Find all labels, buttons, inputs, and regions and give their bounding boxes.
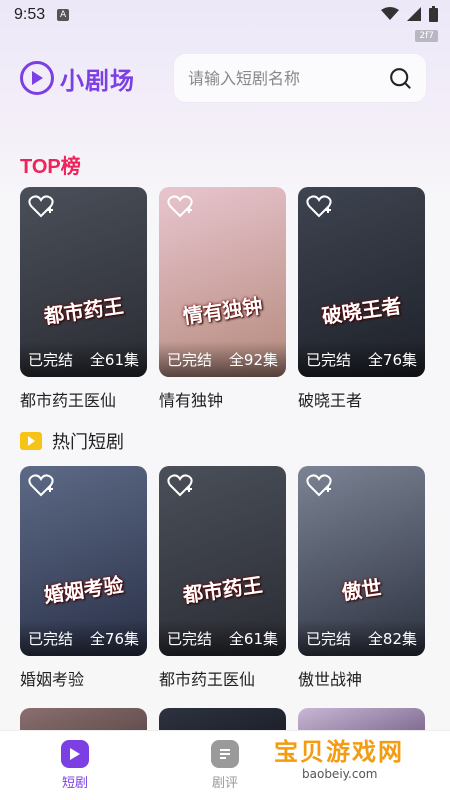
drama-title[interactable]: 都市药王医仙 bbox=[20, 387, 147, 411]
drama-title[interactable]: 婚姻考验 bbox=[20, 666, 147, 690]
favorite-add-icon[interactable] bbox=[306, 474, 332, 498]
poster-info-bar: 已完结 全76集 bbox=[20, 620, 147, 656]
drama-status: 已完结 bbox=[306, 350, 352, 369]
drama-card[interactable]: 婚姻考验 已完结 全76集婚姻考验 bbox=[20, 466, 147, 690]
tab-review[interactable]: 剧评 bbox=[180, 740, 270, 791]
search-input[interactable] bbox=[188, 68, 388, 88]
hot-list: 婚姻考验 已完结 全76集婚姻考验 都市药王 已完结 全61集都市药王医仙 傲世 已完结 全82… bbox=[20, 466, 437, 690]
drama-card[interactable]: 傲世 已完结 全82集傲世战神 bbox=[298, 466, 425, 690]
drama-poster[interactable]: 傲世 已完结 全82集 bbox=[298, 466, 425, 656]
drama-poster[interactable]: 都市药王 已完结 全61集 bbox=[159, 466, 286, 656]
drama-poster[interactable]: 情有独钟 已完结 全92集 bbox=[159, 187, 286, 377]
drama-card[interactable]: 都市药王 已完结 全61集都市药王医仙 bbox=[20, 187, 147, 411]
drama-title[interactable]: 都市药王医仙 bbox=[159, 666, 286, 690]
favorite-add-icon[interactable] bbox=[28, 474, 54, 498]
status-bar: 9:53 A bbox=[0, 0, 450, 30]
drama-status: 已完结 bbox=[306, 629, 352, 648]
poster-info-bar: 已完结 全92集 bbox=[159, 341, 286, 377]
notification-icon: A bbox=[57, 9, 70, 21]
app-logo: 小剧场 bbox=[20, 61, 135, 96]
drama-card[interactable]: 情有独钟 已完结 全92集情有独钟 bbox=[159, 187, 286, 411]
drama-card[interactable]: 破晓王者 已完结 全76集破晓王者 bbox=[298, 187, 425, 411]
logo-play-icon bbox=[20, 61, 54, 95]
favorite-add-icon[interactable] bbox=[306, 195, 332, 219]
play-icon bbox=[61, 740, 89, 768]
favorite-add-icon[interactable] bbox=[28, 195, 54, 219]
network-speed-badge: 2f7 bbox=[415, 30, 438, 42]
drama-poster[interactable]: 破晓王者 已完结 全76集 bbox=[298, 187, 425, 377]
poster-info-bar: 已完结 全82集 bbox=[298, 620, 425, 656]
tab-short-drama[interactable]: 短剧 bbox=[30, 740, 120, 791]
watermark-url: baobeiy.com bbox=[302, 767, 378, 781]
drama-title[interactable]: 情有独钟 bbox=[159, 387, 286, 411]
drama-status: 已完结 bbox=[167, 629, 213, 648]
battery-icon bbox=[429, 6, 438, 22]
episode-count: 全76集 bbox=[367, 350, 417, 369]
hot-section-title: 热门短剧 bbox=[20, 428, 124, 454]
favorite-add-icon[interactable] bbox=[167, 474, 193, 498]
signal-icon bbox=[407, 7, 421, 21]
drama-poster[interactable]: 都市药王 已完结 全61集 bbox=[20, 187, 147, 377]
favorite-add-icon[interactable] bbox=[167, 195, 193, 219]
site-watermark: 宝贝游戏网 baobeiy.com bbox=[274, 732, 424, 788]
episode-count: 全92集 bbox=[228, 350, 278, 369]
drama-card[interactable]: 都市药王 已完结 全61集都市药王医仙 bbox=[159, 466, 286, 690]
episode-count: 全82集 bbox=[367, 629, 417, 648]
poster-info-bar: 已完结 全76集 bbox=[298, 341, 425, 377]
status-time: 9:53 bbox=[14, 6, 46, 23]
review-icon bbox=[211, 740, 239, 768]
tab-label-short-drama: 短剧 bbox=[61, 776, 88, 791]
drama-title[interactable]: 破晓王者 bbox=[298, 387, 425, 411]
tab-label-review: 剧评 bbox=[211, 776, 238, 791]
drama-poster[interactable]: 婚姻考验 已完结 全76集 bbox=[20, 466, 147, 656]
poster-info-bar: 已完结 全61集 bbox=[159, 620, 286, 656]
search-icon[interactable] bbox=[388, 63, 412, 93]
episode-count: 全61集 bbox=[89, 350, 139, 369]
hot-section-label: 热门短剧 bbox=[52, 432, 124, 453]
drama-status: 已完结 bbox=[28, 629, 74, 648]
wifi-icon bbox=[381, 7, 399, 20]
status-icons bbox=[381, 6, 438, 22]
top-list: 都市药王 已完结 全61集 都市药王医仙 情有独钟 已完结 全92集 情有独钟 破晓王者 已完结全… bbox=[20, 187, 437, 411]
top-section-title: TOP榜 bbox=[20, 156, 81, 178]
drama-title[interactable]: 傲世战神 bbox=[298, 666, 425, 690]
watermark-text: 宝贝游戏网 bbox=[274, 738, 404, 766]
app-header: 小剧场 bbox=[20, 52, 430, 104]
poster-info-bar: 已完结 全61集 bbox=[20, 341, 147, 377]
search-bar[interactable] bbox=[174, 54, 426, 102]
episode-count: 全76集 bbox=[89, 629, 139, 648]
hot-video-icon bbox=[20, 432, 42, 450]
episode-count: 全61集 bbox=[228, 629, 278, 648]
app-name: 小剧场 bbox=[60, 66, 135, 95]
drama-status: 已完结 bbox=[167, 350, 213, 369]
drama-status: 已完结 bbox=[28, 350, 74, 369]
